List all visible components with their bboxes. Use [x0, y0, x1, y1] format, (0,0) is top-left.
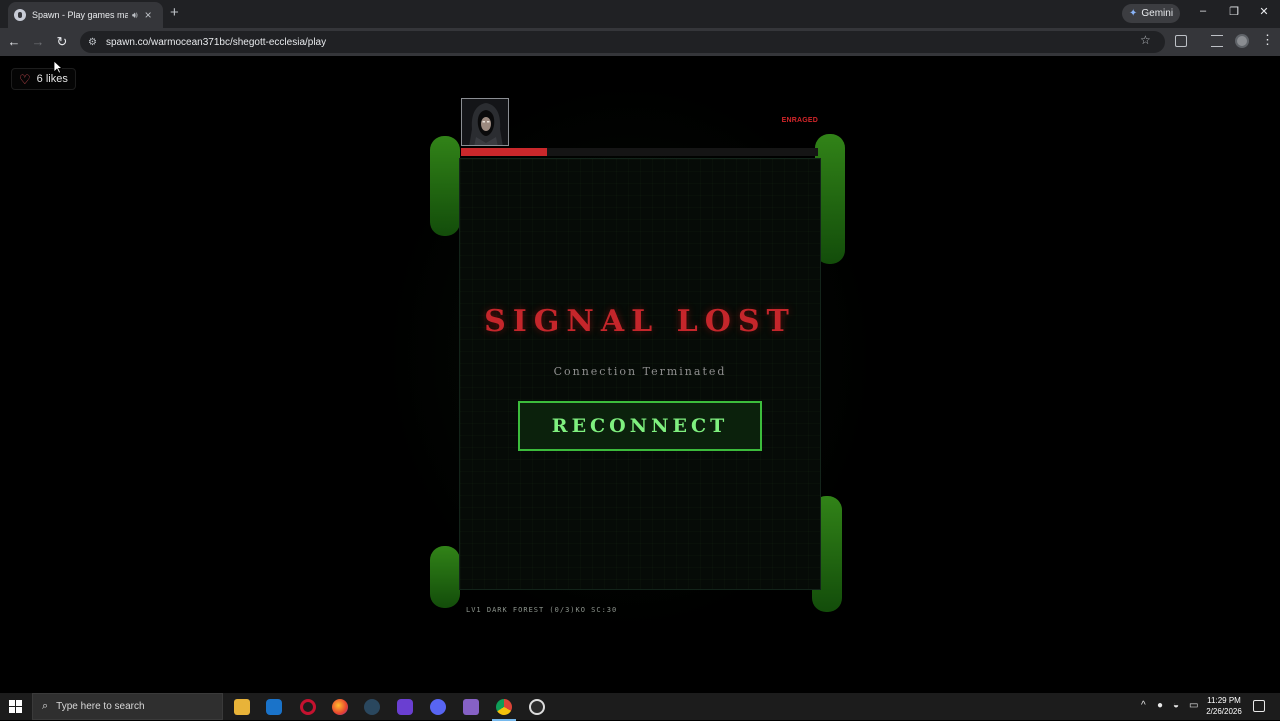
- slime-frame-top-left: [430, 136, 460, 236]
- clock-date: 2/26/2026: [1206, 707, 1242, 716]
- gemini-spark-icon: ✦: [1129, 8, 1138, 19]
- firefox-icon[interactable]: [332, 699, 348, 715]
- outlook-icon[interactable]: [266, 699, 282, 715]
- tray-chevron-icon[interactable]: ^: [1141, 700, 1146, 711]
- clock-time: 11:29 PM: [1207, 696, 1241, 705]
- tab-title: Spawn - Play games made ...: [32, 10, 128, 20]
- likes-button[interactable]: ♡ 6 likes: [11, 68, 76, 90]
- tab-strip: Spawn - Play games made ... 🔊︎ × + ✦ Gem…: [0, 0, 1280, 28]
- likes-count: 6 likes: [36, 73, 68, 85]
- back-arrow-icon[interactable]: ←: [5, 33, 23, 51]
- search-icon: ⌕: [42, 700, 49, 712]
- gemini-label: Gemini: [1141, 8, 1174, 19]
- site-info-icon[interactable]: ⚙: [88, 37, 102, 48]
- reload-icon[interactable]: ↻: [53, 33, 71, 51]
- gemini-button[interactable]: ✦ Gemini: [1122, 4, 1181, 23]
- taskbar-search[interactable]: ⌕ Type here to search: [32, 693, 223, 720]
- signal-lost-title: SIGNAL LOST: [484, 304, 796, 339]
- boss-health-fill: [461, 148, 547, 156]
- spawn-favicon-icon: [14, 9, 26, 21]
- notification-icon[interactable]: [1253, 700, 1265, 712]
- slime-frame-bottom-left: [430, 546, 460, 608]
- boss-portrait: [461, 98, 509, 146]
- tab-spawn[interactable]: Spawn - Play games made ... 🔊︎ ×: [8, 2, 163, 28]
- close-window-button[interactable]: ✕: [1254, 5, 1274, 18]
- vs-purple-icon[interactable]: [397, 699, 413, 715]
- steam-icon[interactable]: [364, 699, 380, 715]
- forward-arrow-icon[interactable]: →: [29, 33, 47, 51]
- menu-kebab-icon[interactable]: ⋮: [1261, 33, 1274, 46]
- tab-close-button[interactable]: ×: [145, 9, 152, 21]
- discord-icon[interactable]: [430, 699, 446, 715]
- mouse-cursor-icon: [53, 60, 62, 74]
- chrome-icon[interactable]: [492, 699, 516, 721]
- microphone-icon[interactable]: ●: [1157, 700, 1163, 711]
- url-text[interactable]: spawn.co/warmocean371bc/shegott-ecclesia…: [106, 37, 326, 48]
- display-icon[interactable]: ▭: [1189, 700, 1198, 711]
- taskbar: ⌕ Type here to search ^ ● ◒ ▭ 11:29 PM 2…: [0, 693, 1280, 721]
- bookmark-star-icon[interactable]: ☆: [1140, 33, 1151, 47]
- status-badge: ENRAGED: [781, 117, 818, 124]
- connection-subtitle: Connection Terminated: [553, 365, 727, 378]
- restore-button[interactable]: ❐: [1224, 5, 1244, 18]
- reconnect-button[interactable]: RECONNECT: [518, 401, 762, 451]
- network-icon[interactable]: ◒: [1173, 700, 1179, 711]
- speaker-icon[interactable]: 🔊︎: [132, 10, 138, 21]
- search-placeholder: Type here to search: [56, 701, 145, 712]
- level-footer: LV1 DARK FOREST (0/3)KO SC:30: [466, 606, 618, 614]
- minimize-button[interactable]: –: [1193, 5, 1213, 17]
- taskbar-clock[interactable]: 11:29 PM 2/26/2026: [1200, 695, 1248, 717]
- reading-list-icon[interactable]: [1211, 35, 1223, 47]
- boss-health-bar: [461, 148, 818, 156]
- windows-start-icon[interactable]: [9, 700, 22, 713]
- heart-icon: ♡: [19, 71, 31, 87]
- obs-icon[interactable]: [529, 699, 545, 715]
- profile-avatar[interactable]: [1235, 34, 1249, 48]
- page-content: ♡ 6 likes ENRAGED SIGNAL LOST Connection…: [0, 56, 1280, 693]
- visual-studio-icon[interactable]: [463, 699, 479, 715]
- opera-icon[interactable]: [300, 699, 316, 715]
- address-bar[interactable]: ⚙ spawn.co/warmocean371bc/shegott-eccles…: [80, 31, 1165, 53]
- extensions-icon[interactable]: [1175, 35, 1187, 47]
- browser-toolbar: ← → ↻ ⚙ spawn.co/warmocean371bc/shegott-…: [0, 28, 1280, 56]
- new-tab-button[interactable]: +: [170, 5, 179, 20]
- file-explorer-icon[interactable]: [234, 699, 250, 715]
